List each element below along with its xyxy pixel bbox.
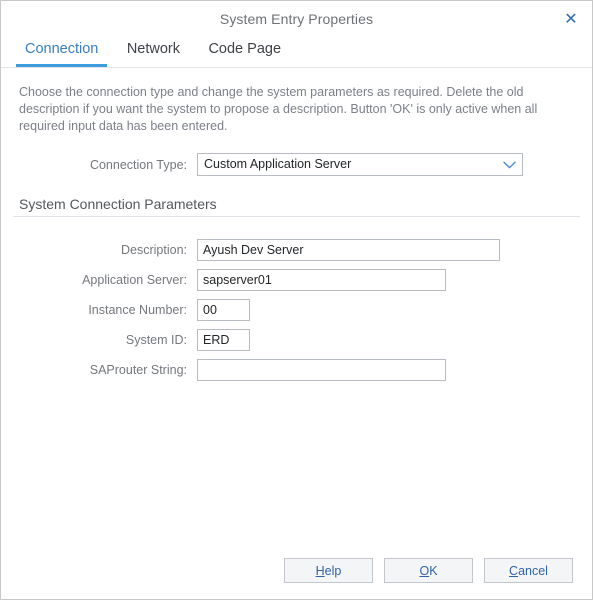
instance-number-row: Instance Number: (19, 299, 574, 321)
help-button[interactable]: Help (284, 558, 373, 583)
connection-type-select-wrapper: Custom Application Server (197, 153, 523, 176)
cancel-accel: C (509, 564, 518, 578)
cancel-button[interactable]: Cancel (484, 558, 573, 583)
instance-number-label: Instance Number: (19, 303, 197, 317)
section-divider (13, 216, 580, 217)
help-label: elp (325, 564, 342, 578)
cancel-label: ancel (518, 564, 548, 578)
tab-bar: Connection Network Code Page (1, 38, 592, 68)
saprouter-string-label: SAProuter String: (19, 363, 197, 377)
saprouter-string-input[interactable] (197, 359, 446, 381)
intro-text: Choose the connection type and change th… (19, 84, 553, 135)
section-title: System Connection Parameters (13, 196, 580, 216)
system-entry-properties-dialog: System Entry Properties ✕ Connection Net… (0, 0, 593, 600)
tab-connection[interactable]: Connection (13, 38, 110, 67)
instance-number-input[interactable] (197, 299, 250, 321)
application-server-label: Application Server: (19, 273, 197, 287)
connection-parameters-form: Description: Application Server: Instanc… (19, 239, 574, 381)
dialog-footer: Help OK Cancel (1, 558, 592, 583)
system-id-row: System ID: (19, 329, 574, 351)
application-server-input[interactable] (197, 269, 446, 291)
ok-label: K (429, 564, 437, 578)
tab-code-page[interactable]: Code Page (196, 38, 293, 67)
tab-network[interactable]: Network (115, 38, 192, 67)
connection-type-select[interactable]: Custom Application Server (197, 153, 523, 176)
title-bar: System Entry Properties ✕ (1, 1, 592, 38)
saprouter-string-row: SAProuter String: (19, 359, 574, 381)
description-input[interactable] (197, 239, 500, 261)
description-label: Description: (19, 243, 197, 257)
connection-type-label: Connection Type: (19, 158, 197, 172)
connection-type-row: Connection Type: Custom Application Serv… (19, 153, 574, 176)
ok-button[interactable]: OK (384, 558, 473, 583)
help-accel: H (316, 564, 325, 578)
window-title: System Entry Properties (1, 11, 592, 27)
close-icon[interactable]: ✕ (559, 8, 583, 32)
description-row: Description: (19, 239, 574, 261)
ok-accel: O (419, 564, 429, 578)
system-id-label: System ID: (19, 333, 197, 347)
system-id-input[interactable] (197, 329, 250, 351)
application-server-row: Application Server: (19, 269, 574, 291)
dialog-content: Choose the connection type and change th… (1, 84, 592, 381)
system-connection-parameters-section: System Connection Parameters (13, 196, 580, 217)
